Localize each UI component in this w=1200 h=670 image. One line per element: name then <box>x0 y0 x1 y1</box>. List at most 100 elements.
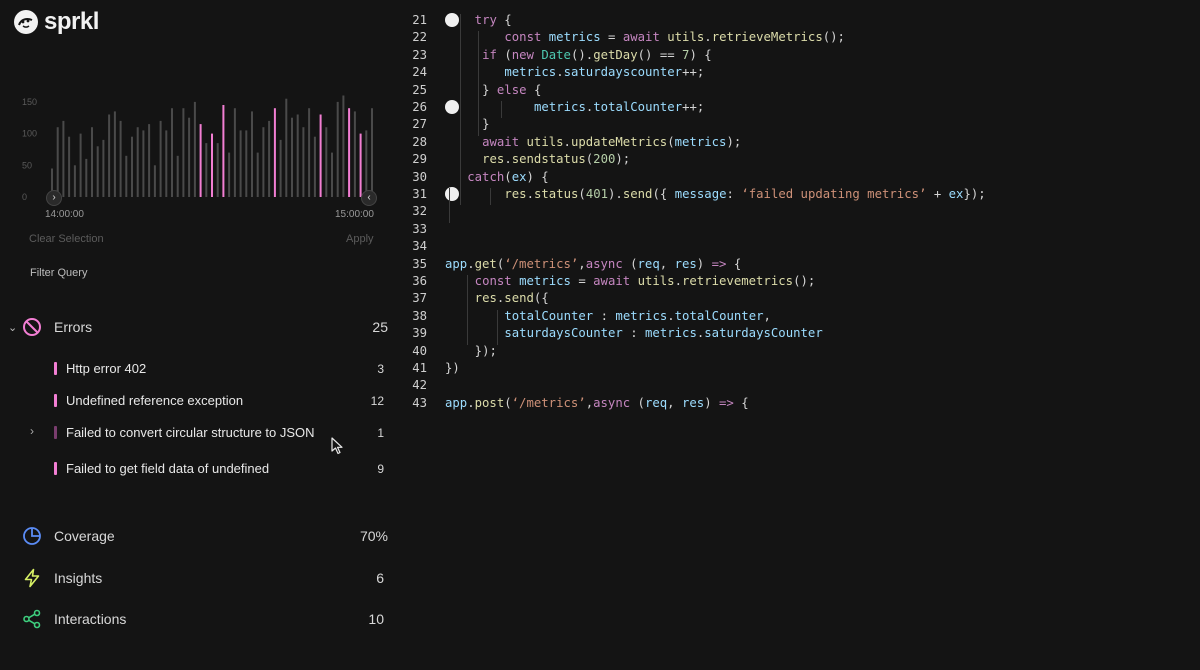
code-token: : <box>726 187 742 201</box>
chart-bar[interactable] <box>325 127 328 197</box>
chart-bar[interactable] <box>176 155 179 197</box>
error-item[interactable]: Failed to get field data of undefined 9 <box>54 461 384 476</box>
code-token: () == <box>637 47 683 62</box>
chart-bar[interactable] <box>68 136 71 197</box>
chart-bar[interactable] <box>108 114 111 198</box>
code-text: const metrics = await utils.retrievemetr… <box>475 273 816 290</box>
chart-bar[interactable] <box>273 108 276 197</box>
line-number: 22 <box>412 30 427 45</box>
code-token: utils <box>667 30 705 45</box>
code-editor[interactable]: 21 try {22 const metrics = await utils.ret… <box>402 12 1192 432</box>
chart-bar[interactable] <box>148 124 151 197</box>
code-token: async <box>585 256 631 271</box>
error-item[interactable]: Undefined reference exception 12 <box>54 393 384 408</box>
code-token: ++; <box>682 100 705 114</box>
chart-bar[interactable] <box>296 114 299 198</box>
interactions-group[interactable]: Interactions 10 <box>22 607 384 631</box>
chart-bar[interactable] <box>182 108 185 197</box>
apply-button[interactable]: Apply <box>346 233 374 245</box>
chart-bar[interactable] <box>62 120 65 197</box>
code-token: = <box>578 274 594 288</box>
coverage-group[interactable]: Coverage 70% <box>22 524 388 548</box>
chart-bar[interactable] <box>371 108 373 197</box>
line-number: 38 <box>412 308 427 323</box>
chart-bar[interactable] <box>85 158 88 197</box>
chart-bar[interactable] <box>319 114 322 198</box>
chart-bar[interactable] <box>96 146 99 197</box>
code-token: . <box>563 134 571 149</box>
chart-bar[interactable] <box>193 101 196 197</box>
code-token: req <box>637 256 660 271</box>
chart-bar[interactable] <box>302 127 305 197</box>
chart-bar[interactable] <box>205 143 208 197</box>
chart-bar[interactable] <box>216 143 219 197</box>
chart-bar[interactable] <box>56 127 59 197</box>
timeline-chart[interactable]: 150 100 50 0 <box>0 70 400 210</box>
sloth-avatar-icon[interactable] <box>445 187 459 201</box>
line-number: 37 <box>412 291 427 306</box>
chart-bar[interactable] <box>73 165 76 197</box>
chart-bar[interactable] <box>165 130 168 197</box>
chart-bar[interactable] <box>211 133 213 197</box>
chart-bar[interactable] <box>365 130 368 197</box>
chart-bar[interactable] <box>256 152 259 197</box>
chevron-right-icon[interactable]: › <box>30 424 34 438</box>
insights-group[interactable]: Insights 6 <box>22 566 384 590</box>
chart-bar[interactable] <box>142 130 145 197</box>
sloth-avatar-icon[interactable] <box>445 13 459 27</box>
chart-bar[interactable] <box>331 152 333 197</box>
code-token: app <box>445 395 468 410</box>
chart-bar[interactable] <box>91 127 93 197</box>
chart-bar[interactable] <box>245 130 248 197</box>
chart-bar[interactable] <box>233 108 236 197</box>
errors-group[interactable]: ⌄ Errors 25 <box>8 315 388 339</box>
chart-bar[interactable] <box>285 98 288 197</box>
chart-bar[interactable] <box>131 136 133 197</box>
error-item[interactable]: Http error 402 3 <box>54 361 384 376</box>
chart-bar[interactable] <box>279 139 282 197</box>
chart-bar[interactable] <box>228 152 231 197</box>
y-tick-label: 100 <box>22 129 37 139</box>
chart-bar[interactable] <box>102 139 105 197</box>
chart-bar[interactable] <box>79 133 82 197</box>
chart-bar[interactable] <box>239 130 242 197</box>
chart-bar[interactable] <box>171 108 173 197</box>
chart-bar[interactable] <box>268 120 271 197</box>
code-token: app <box>445 256 468 271</box>
line-number: 21 <box>412 13 427 27</box>
chevron-down-icon[interactable]: ⌄ <box>8 321 22 334</box>
chart-bar[interactable] <box>262 127 265 197</box>
chart-bar[interactable] <box>113 111 116 197</box>
code-text: if (new Date().getDay() == 7) { <box>482 47 712 64</box>
filter-query-input[interactable]: Filter Query <box>30 267 87 279</box>
code-token: => <box>711 256 734 271</box>
code-token: ({ <box>533 291 549 306</box>
chart-bar[interactable] <box>291 117 293 197</box>
code-token: saturdayscounter <box>563 65 683 80</box>
chart-bar[interactable] <box>313 136 316 197</box>
chart-bar[interactable] <box>342 95 345 198</box>
chart-bar[interactable] <box>153 165 156 197</box>
chart-bar[interactable] <box>348 108 351 197</box>
chart-bar[interactable] <box>199 124 202 197</box>
logo-text: sprkl <box>44 8 99 35</box>
code-text: } else { <box>482 82 541 99</box>
chart-bar[interactable] <box>353 111 356 197</box>
chart-bar[interactable] <box>125 155 128 197</box>
chart-bar[interactable] <box>308 108 311 197</box>
code-token: catch <box>467 169 505 184</box>
sloth-avatar-icon[interactable] <box>445 100 459 114</box>
clear-selection-button[interactable]: Clear Selection <box>29 233 104 245</box>
chart-bar[interactable] <box>222 105 225 197</box>
code-token: ( <box>637 395 645 410</box>
chart-bar[interactable] <box>136 127 139 197</box>
chart-next-button[interactable]: ‹ <box>361 190 377 206</box>
error-marker <box>54 362 57 375</box>
chart-bar[interactable] <box>119 120 122 197</box>
chart-bar[interactable] <box>251 111 253 197</box>
chart-prev-button[interactable]: › <box>46 190 62 206</box>
chart-bar[interactable] <box>188 117 191 197</box>
chart-bar[interactable] <box>336 101 339 197</box>
chart-bar[interactable] <box>159 120 162 197</box>
chart-bar[interactable] <box>359 133 362 197</box>
